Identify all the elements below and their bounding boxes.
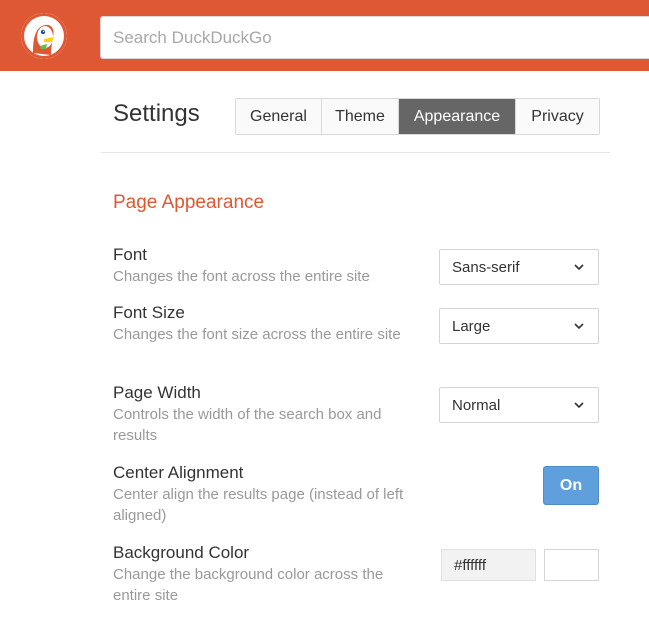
font-size-description: Changes the font size across the entire …: [113, 326, 401, 343]
chevron-down-icon: [574, 402, 584, 409]
tab-theme[interactable]: Theme: [322, 99, 399, 134]
duckduckgo-logo-icon[interactable]: [21, 13, 67, 59]
center-alignment-label: Center Alignment: [113, 463, 244, 482]
font-label: Font: [113, 245, 148, 264]
divider: [101, 152, 610, 153]
page-width-select-value: Normal: [452, 396, 501, 414]
background-color-description: Change the background color across the e…: [113, 566, 384, 604]
background-color-label: Background Color: [113, 543, 250, 562]
tab-privacy[interactable]: Privacy: [516, 99, 599, 134]
tab-general[interactable]: General: [236, 99, 322, 134]
search-box[interactable]: [100, 16, 649, 59]
background-color-swatch[interactable]: [544, 549, 599, 581]
header-bar: [0, 0, 649, 71]
page-width-description: Controls the width of the search box and…: [113, 406, 382, 444]
font-description: Changes the font across the entire site: [113, 268, 370, 285]
settings-tabs: General Theme Appearance Privacy: [235, 98, 600, 135]
background-color-input[interactable]: [441, 549, 536, 581]
search-input[interactable]: [101, 17, 649, 58]
chevron-down-icon: [574, 264, 584, 271]
section-title-page-appearance: Page Appearance: [113, 192, 265, 213]
font-size-select-value: Large: [452, 317, 491, 335]
tab-appearance[interactable]: Appearance: [399, 99, 516, 134]
page-width-label: Page Width: [113, 383, 201, 402]
center-alignment-toggle[interactable]: On: [543, 466, 599, 505]
chevron-down-icon: [574, 323, 584, 330]
font-select[interactable]: Sans-serif: [439, 249, 599, 285]
page-width-select[interactable]: Normal: [439, 387, 599, 423]
center-alignment-description: Center align the results page (instead o…: [113, 486, 404, 524]
page-title: Settings: [113, 100, 200, 127]
font-select-value: Sans-serif: [452, 258, 520, 276]
font-size-label: Font Size: [113, 303, 185, 322]
font-size-select[interactable]: Large: [439, 308, 599, 344]
